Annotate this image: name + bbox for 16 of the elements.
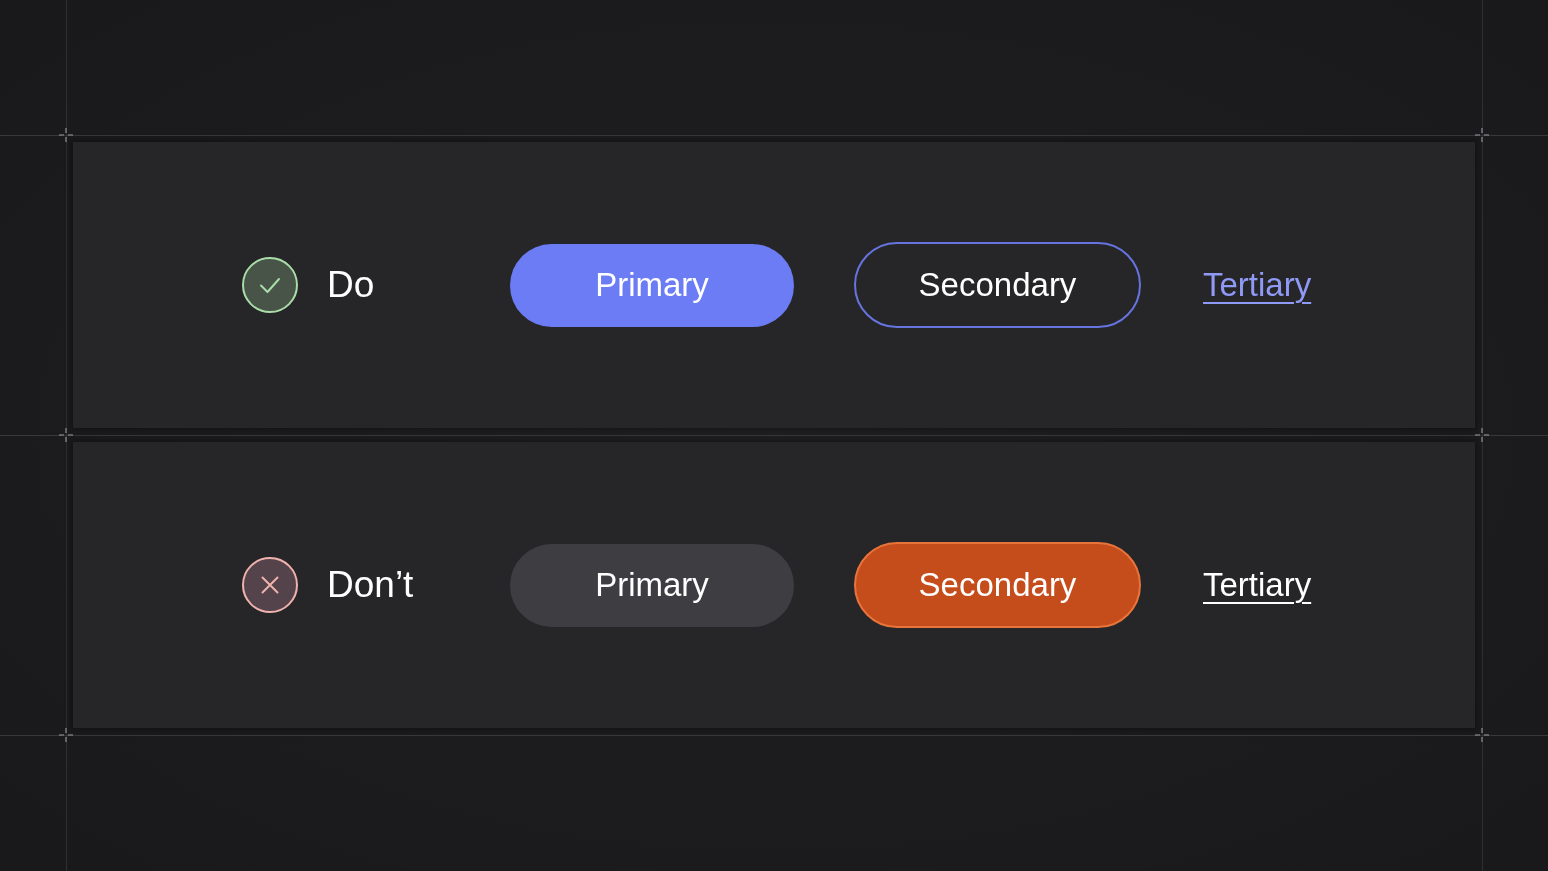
crosshair-icon <box>59 128 73 142</box>
tertiary-link[interactable]: Tertiary <box>1203 565 1312 605</box>
primary-button[interactable]: Primary <box>510 243 794 327</box>
secondary-button[interactable]: Secondary <box>854 542 1141 628</box>
primary-button[interactable]: Primary <box>510 543 794 627</box>
crosshair-icon <box>1475 728 1489 742</box>
tertiary-link[interactable]: Tertiary <box>1203 265 1312 305</box>
secondary-button[interactable]: Secondary <box>854 242 1141 328</box>
check-circle-icon <box>242 257 298 313</box>
cross-circle-icon <box>242 557 298 613</box>
row-label: Do <box>327 263 375 307</box>
row-label: Don’t <box>327 563 414 607</box>
crosshair-icon <box>59 428 73 442</box>
crosshair-icon <box>1475 128 1489 142</box>
crosshair-icon <box>59 728 73 742</box>
crosshair-icon <box>1475 428 1489 442</box>
